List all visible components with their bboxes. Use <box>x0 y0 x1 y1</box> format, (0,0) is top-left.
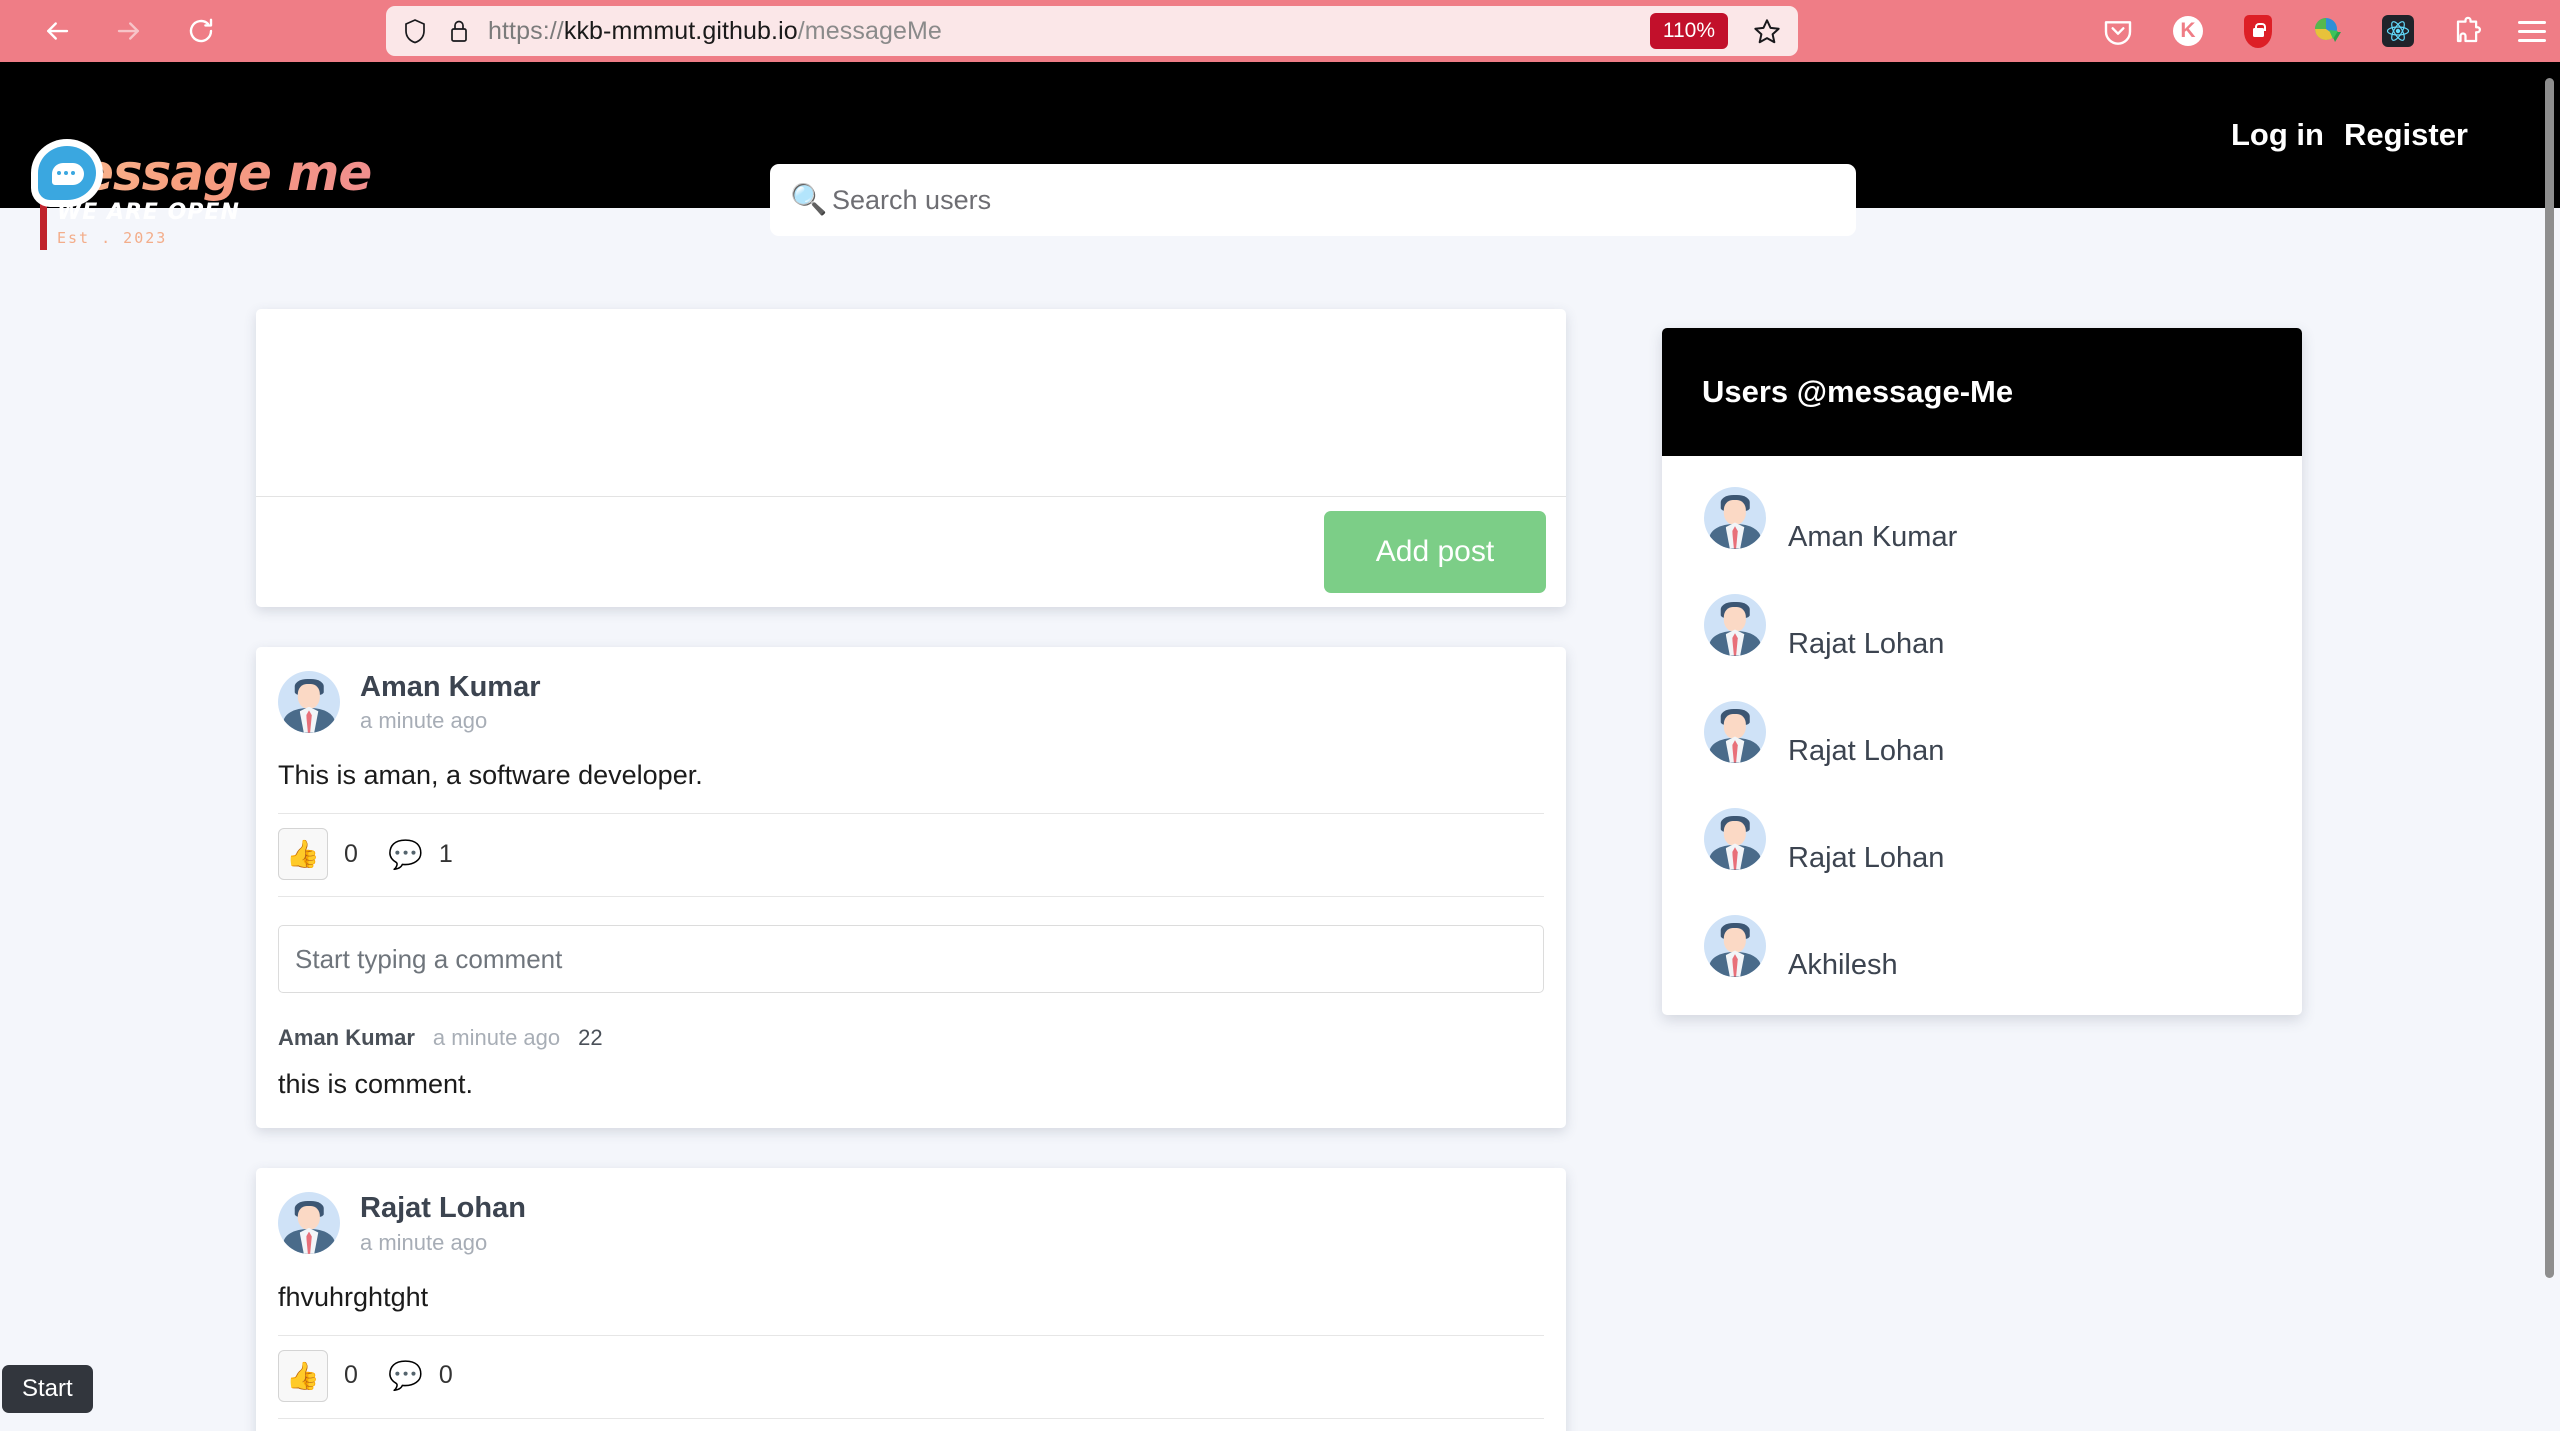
auth-links: Log in Register <box>2231 117 2468 153</box>
post-text: This is aman, a software developer. <box>278 760 1544 814</box>
url-bar[interactable]: https://kkb-mmmut.github.io/messageMe 11… <box>386 6 1798 56</box>
chat-bubble-icon <box>38 146 96 200</box>
compose-post-card: Add post <box>256 309 1566 607</box>
hamburger-menu-icon[interactable] <box>2518 21 2546 42</box>
avatar <box>278 1192 340 1254</box>
add-post-button[interactable]: Add post <box>1324 511 1546 593</box>
users-list: Aman Kumar Rajat Lohan Rajat Lohan Rajat… <box>1662 456 2302 1015</box>
list-item[interactable]: Rajat Lohan <box>1662 785 2302 892</box>
site-header: essage me WE ARE OPEN Est . 2023 🔍 Log i… <box>0 62 2560 208</box>
thumbs-up-icon[interactable]: 👍 <box>278 1350 328 1402</box>
reload-icon[interactable] <box>182 12 220 50</box>
page-scrollbar[interactable] <box>2538 62 2560 1431</box>
thumbs-up-icon[interactable]: 👍 <box>278 828 328 880</box>
post-card: Rajat Lohan a minute ago fhvuhrghtght 👍 … <box>256 1168 1566 1431</box>
users-column: Users @message-Me Aman Kumar Rajat Lohan… <box>1662 208 2302 1015</box>
comment-edit-icon[interactable]: 💬 <box>388 838 423 871</box>
user-name: Aman Kumar <box>1788 521 1957 564</box>
url-text[interactable]: https://kkb-mmmut.github.io/messageMe <box>488 17 1636 46</box>
comment-count: 0 <box>439 1361 453 1390</box>
list-item[interactable]: Aman Kumar <box>1662 464 2302 571</box>
users-panel-title: Users @message-Me <box>1702 374 2013 410</box>
browser-extension-bar: K <box>2098 0 2546 62</box>
user-name: Akhilesh <box>1788 949 1898 992</box>
extensions-puzzle-icon[interactable] <box>2448 11 2488 51</box>
url-host: kkb-mmmut.github.io <box>564 17 798 45</box>
idm-icon[interactable] <box>2308 11 2348 51</box>
logo-text: essage me <box>80 144 371 202</box>
react-devtools-icon[interactable] <box>2378 11 2418 51</box>
url-scheme: https:// <box>488 17 564 45</box>
users-panel-header: Users @message-Me <box>1662 328 2302 456</box>
shield-icon[interactable] <box>400 16 430 46</box>
post-timestamp: a minute ago <box>360 708 541 734</box>
scrollbar-thumb[interactable] <box>2545 78 2554 1278</box>
register-link[interactable]: Register <box>2344 117 2468 153</box>
comment-input[interactable] <box>278 925 1544 993</box>
like-count: 0 <box>344 840 358 869</box>
password-shield-icon[interactable] <box>2238 11 2278 51</box>
post-actions: 👍 0 💬 0 <box>278 1336 1544 1419</box>
main-content: Add post Aman Kumar a minute ago This is… <box>0 208 2560 1431</box>
users-panel: Users @message-Me Aman Kumar Rajat Lohan… <box>1662 328 2302 1015</box>
comment-edit-icon[interactable]: 💬 <box>388 1359 423 1392</box>
comment-item: Aman Kumar a minute ago 22 this is comme… <box>278 1025 1544 1100</box>
user-name: Rajat Lohan <box>1788 735 1944 778</box>
avatar <box>1704 915 1766 977</box>
post-author: Aman Kumar <box>360 669 541 705</box>
like-count: 0 <box>344 1361 358 1390</box>
avatar <box>1704 594 1766 656</box>
comment-count: 1 <box>439 840 453 869</box>
lock-icon[interactable] <box>444 16 474 46</box>
avatar <box>1704 808 1766 870</box>
user-name: Rajat Lohan <box>1788 628 1944 671</box>
list-item[interactable]: Rajat Lohan <box>1662 571 2302 678</box>
feed-column: Add post Aman Kumar a minute ago This is… <box>256 208 1566 1431</box>
bookmark-star-icon[interactable] <box>1750 14 1784 48</box>
compose-body <box>256 309 1566 497</box>
post-actions: 👍 0 💬 1 <box>278 814 1544 897</box>
compose-textarea[interactable] <box>256 309 1566 496</box>
post-header: Rajat Lohan a minute ago <box>278 1190 1544 1255</box>
compose-footer: Add post <box>256 497 1566 607</box>
keeper-icon[interactable]: K <box>2168 11 2208 51</box>
avatar <box>278 671 340 733</box>
post-author: Rajat Lohan <box>360 1190 526 1226</box>
post-card: Aman Kumar a minute ago This is aman, a … <box>256 647 1566 1128</box>
comment-author: Aman Kumar <box>278 1025 415 1051</box>
start-button[interactable]: Start <box>2 1365 93 1413</box>
forward-icon[interactable] <box>110 12 148 50</box>
list-item[interactable]: Akhilesh <box>1662 892 2302 999</box>
avatar <box>1704 487 1766 549</box>
comment-body: this is comment. <box>278 1069 1544 1100</box>
post-timestamp: a minute ago <box>360 1230 526 1256</box>
comment-timestamp: a minute ago <box>433 1025 560 1051</box>
browser-toolbar: https://kkb-mmmut.github.io/messageMe 11… <box>0 0 2560 62</box>
back-icon[interactable] <box>38 12 76 50</box>
user-name: Rajat Lohan <box>1788 842 1944 885</box>
browser-nav-buttons <box>38 12 220 50</box>
pocket-icon[interactable] <box>2098 11 2138 51</box>
list-item[interactable]: Rajat Lohan <box>1662 678 2302 785</box>
avatar <box>1704 701 1766 763</box>
post-text: fhvuhrghtght <box>278 1282 1544 1336</box>
url-path: /messageMe <box>798 17 942 45</box>
zoom-level-badge[interactable]: 110% <box>1650 13 1728 49</box>
post-header: Aman Kumar a minute ago <box>278 669 1544 734</box>
comment-meta: Aman Kumar a minute ago 22 <box>278 1025 1544 1051</box>
list-item[interactable] <box>1662 999 2302 1015</box>
page-viewport: essage me WE ARE OPEN Est . 2023 🔍 Log i… <box>0 62 2560 1431</box>
login-link[interactable]: Log in <box>2231 117 2324 153</box>
logo-title: essage me <box>38 144 371 202</box>
comment-extra: 22 <box>578 1025 602 1051</box>
